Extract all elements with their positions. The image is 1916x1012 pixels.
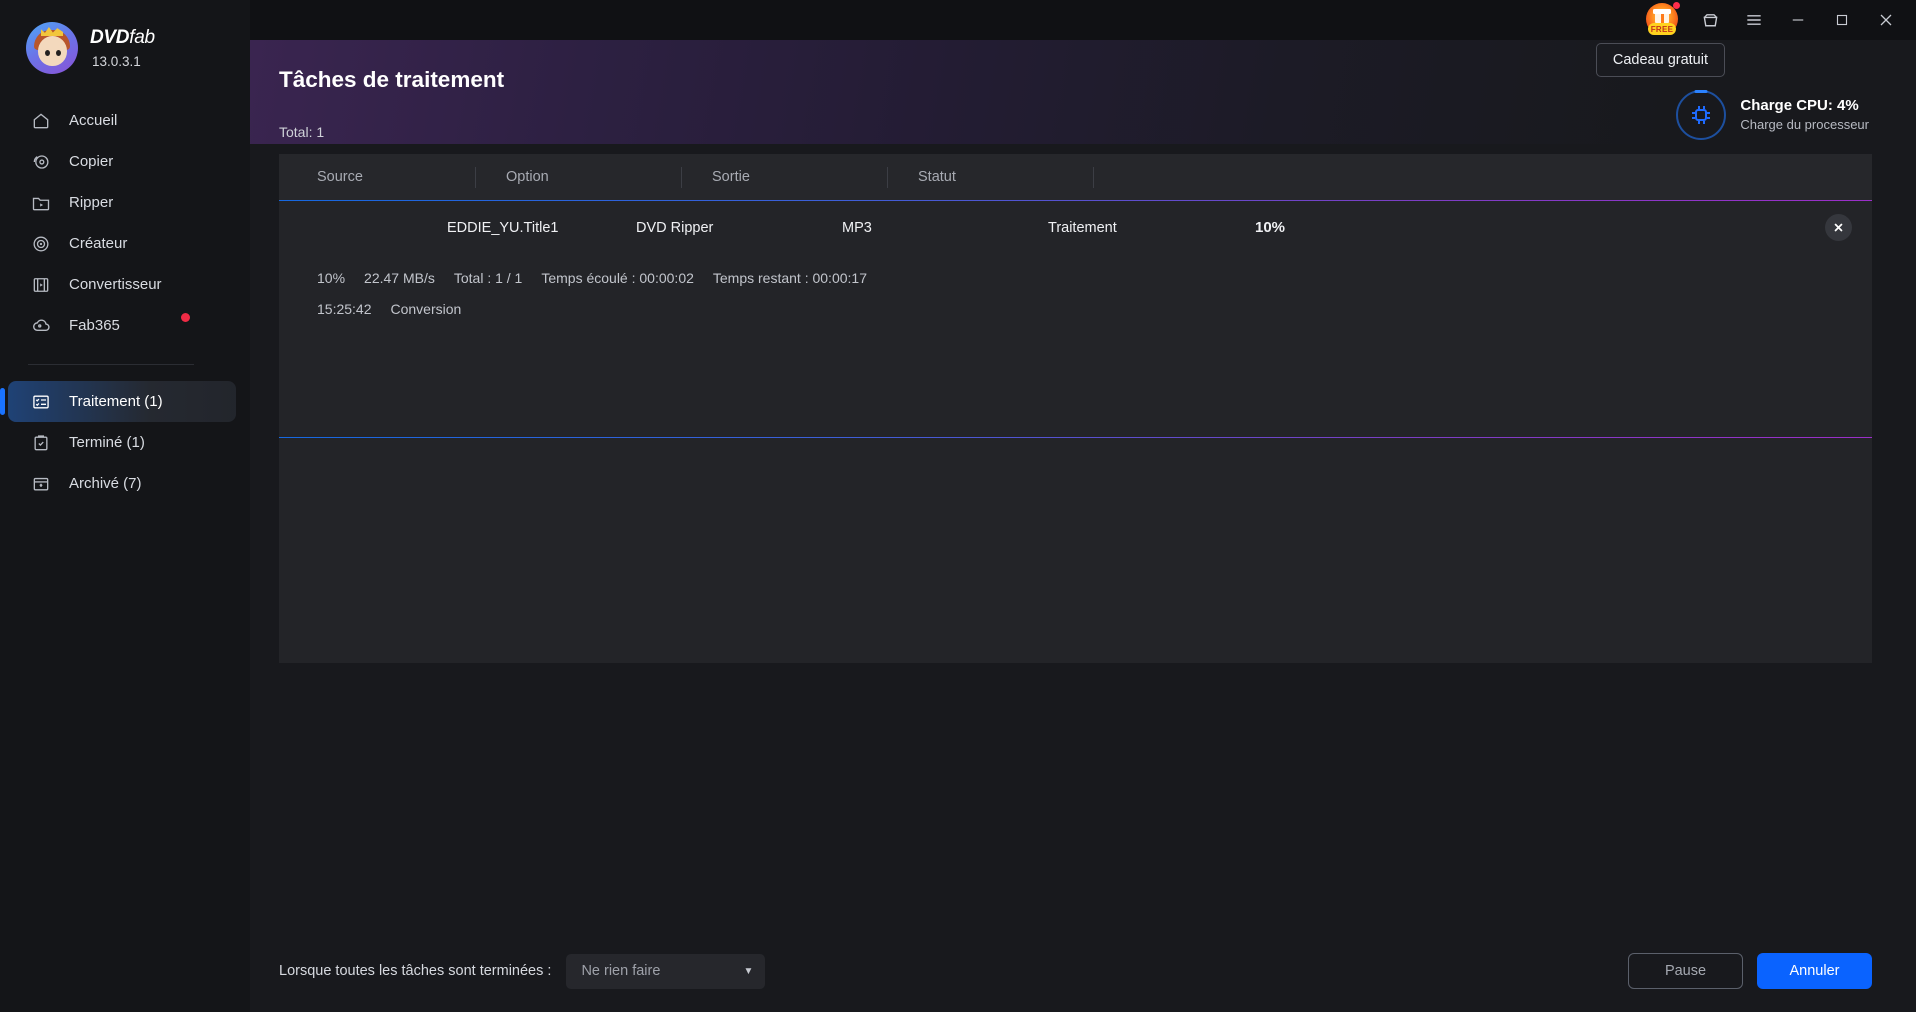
task-stats-line: 10% 22.47 MB/s Total : 1 / 1 Temps écoul…: [317, 270, 1872, 286]
table-header-row: Source Option Sortie Statut: [279, 154, 1872, 200]
task-detail-panel: 10% 22.47 MB/s Total : 1 / 1 Temps écoul…: [279, 254, 1872, 438]
pause-button[interactable]: Pause: [1628, 953, 1743, 989]
sidebar-nav: Accueil Copier Ripper Créateur: [0, 100, 250, 504]
sidebar-item-label: Copier: [69, 153, 113, 170]
sidebar-divider: [28, 364, 194, 365]
main-content: FREE Cadeau gratuit Tâches de traitement: [250, 0, 1916, 1012]
cell-progress-percent: 10%: [1224, 219, 1825, 236]
select-value: Ne rien faire: [581, 963, 660, 979]
archive-icon: [30, 473, 52, 495]
sidebar-item-label: Fab365: [69, 317, 120, 334]
task-log-line: 15:25:42 Conversion: [317, 301, 1872, 317]
tasks-icon: [30, 391, 52, 413]
sidebar-item-fab365[interactable]: Fab365: [8, 305, 236, 346]
header-divider: [1093, 167, 1094, 188]
tasks-table: Source Option Sortie Statut EDDIE_YU.Tit…: [279, 154, 1872, 663]
total-value: 1: [316, 124, 324, 140]
detail-timestamp: 15:25:42: [317, 301, 372, 317]
post-task-action-select[interactable]: Ne rien faire ▼: [566, 954, 765, 989]
detail-total: Total : 1 / 1: [454, 270, 522, 286]
cloud-icon: [30, 315, 52, 337]
maximize-icon[interactable]: [1820, 0, 1864, 40]
folder-play-icon: [30, 192, 52, 214]
post-task-action-label: Lorsque toutes les tâches sont terminées…: [279, 963, 551, 979]
sidebar-item-ripper[interactable]: Ripper: [8, 182, 236, 223]
sidebar-item-traitement[interactable]: Traitement (1): [8, 381, 236, 422]
disc-icon: [30, 233, 52, 255]
disc-copy-icon: [30, 151, 52, 173]
sidebar-item-accueil[interactable]: Accueil: [8, 100, 236, 141]
dvdfab-logo-icon: [26, 22, 78, 74]
table-row[interactable]: EDDIE_YU.Title1 DVD Ripper MP3 Traitemen…: [279, 201, 1872, 254]
column-header-source: Source: [279, 169, 475, 185]
clipboard-check-icon: [30, 432, 52, 454]
brand-title: DVDfab: [90, 27, 155, 49]
detail-elapsed: Temps écoulé : 00:00:02: [541, 270, 694, 286]
cancel-button[interactable]: Annuler: [1757, 953, 1872, 989]
detail-remaining: Temps restant : 00:00:17: [713, 270, 867, 286]
home-icon: [30, 110, 52, 132]
cpu-load-value: Charge CPU: 4%: [1740, 95, 1869, 117]
minimize-icon[interactable]: [1776, 0, 1820, 40]
footer-bar: Lorsque toutes les tâches sont terminées…: [279, 930, 1872, 1012]
brand-name-bold: DVD: [90, 27, 129, 48]
sidebar-item-convertisseur[interactable]: Convertisseur: [8, 264, 236, 305]
column-header-statut: Statut: [888, 169, 1093, 185]
gift-icon[interactable]: FREE: [1642, 0, 1682, 40]
cell-source: EDDIE_YU.Title1: [409, 220, 605, 236]
app-window: DVDfab 13.0.3.1 Accueil Copier: [0, 0, 1916, 1012]
sidebar-item-label: Ripper: [69, 194, 113, 211]
detail-speed: 22.47 MB/s: [364, 270, 435, 286]
app-version: 13.0.3.1: [92, 54, 155, 69]
title-bar: FREE: [250, 0, 1916, 40]
page-title: Tâches de traitement: [279, 67, 504, 93]
cpu-chip-icon: [1692, 106, 1710, 124]
sidebar-item-label: Traitement (1): [69, 393, 163, 410]
gift-free-badge: FREE: [1648, 23, 1676, 35]
sidebar-item-termine[interactable]: Terminé (1): [8, 422, 236, 463]
detail-stage: Conversion: [391, 301, 462, 317]
cpu-load-widget: Charge CPU: 4% Charge du processeur: [1676, 90, 1869, 140]
cpu-gauge-ring: [1676, 90, 1726, 140]
total-label: Total:: [279, 124, 312, 140]
fab365-notification-badge: [181, 313, 190, 322]
total-count: Total: 1: [279, 124, 324, 140]
detail-percent: 10%: [317, 270, 345, 286]
close-icon[interactable]: [1864, 0, 1908, 40]
column-header-sortie: Sortie: [682, 169, 887, 185]
brand-name-light: fab: [129, 27, 155, 48]
sidebar-item-label: Convertisseur: [69, 276, 162, 293]
cpu-load-caption: Charge du processeur: [1740, 116, 1869, 135]
film-icon: [30, 274, 52, 296]
sidebar-item-copier[interactable]: Copier: [8, 141, 236, 182]
cell-status: Traitement: [1018, 220, 1223, 236]
gift-notification-dot: [1673, 2, 1680, 9]
sidebar-item-createur[interactable]: Créateur: [8, 223, 236, 264]
chevron-down-icon: ▼: [744, 966, 754, 977]
sidebar: DVDfab 13.0.3.1 Accueil Copier: [0, 0, 250, 1012]
sidebar-item-label: Terminé (1): [69, 434, 145, 451]
table-empty-area: [279, 438, 1872, 663]
column-header-option: Option: [476, 169, 681, 185]
sidebar-item-archive[interactable]: Archivé (7): [8, 463, 236, 504]
brand-block: DVDfab 13.0.3.1: [0, 0, 250, 74]
task-block: EDDIE_YU.Title1 DVD Ripper MP3 Traitemen…: [279, 200, 1872, 663]
crown-icon[interactable]: [1688, 0, 1732, 40]
sidebar-item-label: Archivé (7): [69, 475, 142, 492]
cell-option: DVD Ripper: [606, 220, 811, 236]
gift-tooltip: Cadeau gratuit: [1596, 43, 1725, 77]
close-task-icon[interactable]: [1825, 214, 1852, 241]
hamburger-menu-icon[interactable]: [1732, 0, 1776, 40]
sidebar-item-label: Accueil: [69, 112, 117, 129]
cell-output: MP3: [812, 220, 1017, 236]
sidebar-item-label: Créateur: [69, 235, 127, 252]
